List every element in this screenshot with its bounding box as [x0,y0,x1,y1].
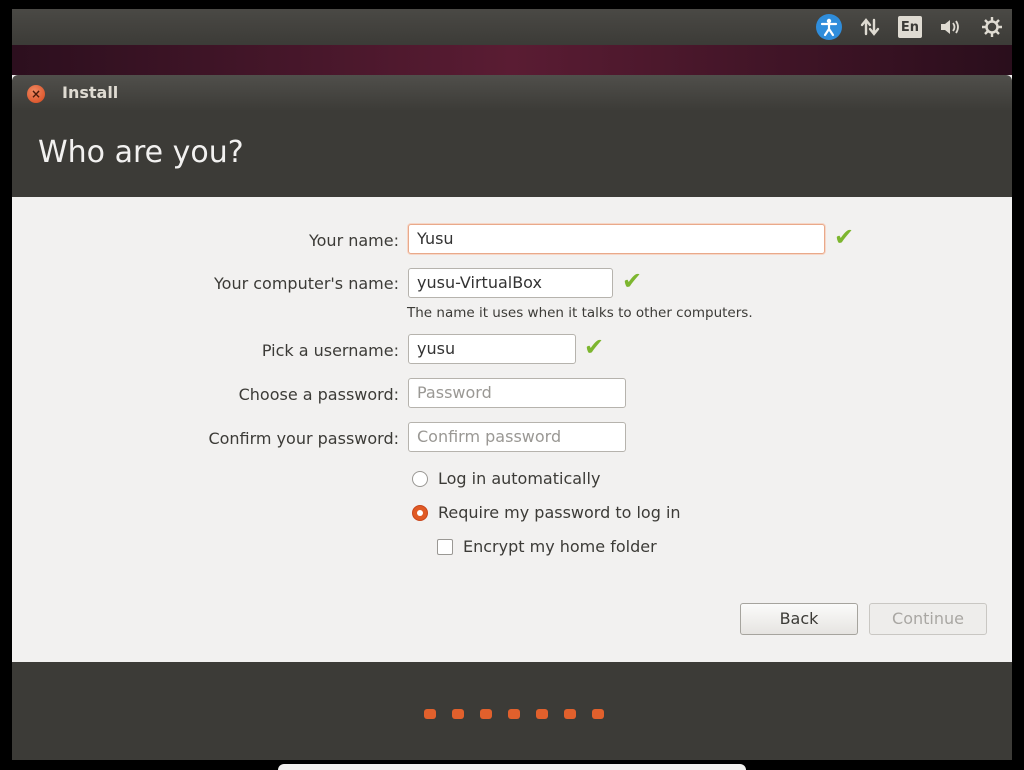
encrypt-home-checkbox[interactable] [437,538,453,555]
progress-dot [592,709,604,719]
window-titlebar[interactable]: × Install [12,75,1012,111]
progress-footer [12,662,1012,760]
computer-name-hint: The name it uses when it talks to other … [407,305,753,321]
network-icon[interactable] [856,13,884,41]
desktop-background [12,45,1012,75]
password-field[interactable]: Password [408,378,626,408]
confirm-password-field[interactable]: Confirm password [408,422,626,452]
password-label: Choose a password: [238,385,399,404]
progress-dot [480,709,492,719]
progress-dot [452,709,464,719]
require-password-radio[interactable] [412,504,428,521]
volume-icon[interactable] [936,13,964,41]
progress-dot [564,709,576,719]
keyboard-language-icon[interactable]: En [898,16,922,38]
user-form: Your name: Yusu ✔ Your computer's name: … [12,197,1012,662]
login-automatically-radio[interactable] [412,470,428,487]
top-panel: En [12,9,1012,45]
indicator-area: En [816,9,1006,45]
username-label: Pick a username: [261,341,399,360]
computer-name-field[interactable]: yusu-VirtualBox [408,268,613,298]
dock-edge [278,764,746,770]
login-automatically-label: Log in automatically [438,469,601,488]
progress-dots [424,709,604,719]
accessibility-icon[interactable] [816,14,842,40]
computer-name-label: Your computer's name: [214,274,399,293]
window-title: Install [62,83,119,102]
require-password-label: Require my password to log in [438,503,681,522]
progress-dot [508,709,520,719]
progress-dot [424,709,436,719]
continue-button[interactable]: Continue [869,603,987,635]
username-field[interactable]: yusu [408,334,576,364]
page-title: Who are you? [38,135,244,170]
require-password-option[interactable]: Require my password to log in [412,503,681,522]
power-settings-icon[interactable] [978,13,1006,41]
login-automatically-option[interactable]: Log in automatically [412,469,600,488]
progress-dot [536,709,548,719]
name-field[interactable]: Yusu [408,224,825,254]
name-label: Your name: [308,231,399,250]
close-icon[interactable]: × [27,85,45,103]
name-valid-check-icon: ✔ [834,223,855,251]
installer-window: × Install Who are you? Your name: Yusu ✔… [12,75,1012,760]
computer-name-valid-check-icon: ✔ [622,267,643,295]
page-header: Who are you? [12,111,1012,197]
encrypt-home-option[interactable]: Encrypt my home folder [437,537,657,556]
username-valid-check-icon: ✔ [584,333,605,361]
back-button[interactable]: Back [740,603,858,635]
encrypt-home-label: Encrypt my home folder [463,537,657,556]
confirm-password-label: Confirm your password: [208,429,399,448]
